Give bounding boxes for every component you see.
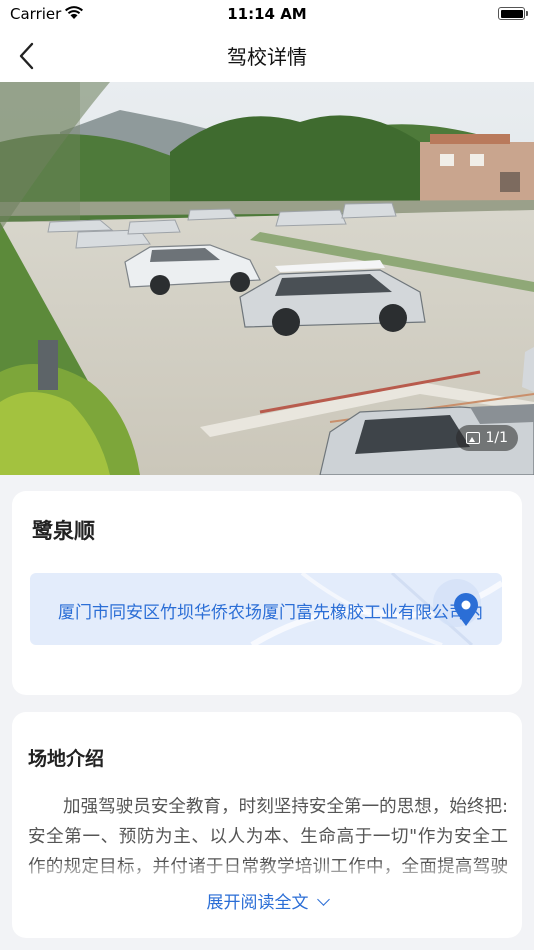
battery-icon	[498, 7, 528, 20]
address-text: 厦门市同安区竹坝华侨农场厦门富先橡胶工业有限公司内	[58, 603, 483, 623]
navigation-bar: 驾校详情	[0, 28, 534, 82]
image-icon	[466, 432, 481, 444]
school-name: 鹭泉顺	[32, 519, 95, 543]
location-pin-icon[interactable]	[452, 593, 480, 627]
expand-label: 展开阅读全文	[206, 893, 309, 913]
page-title: 驾校详情	[227, 45, 307, 69]
clock-time: 11:14 AM	[227, 5, 307, 23]
site-intro-card: 场地介绍 加强驾驶员安全教育，时刻坚持安全第一的思想，始终把:安全第一、预防为主…	[12, 712, 522, 938]
driving-lot-photo	[0, 82, 534, 475]
photo-counter-text: 1/1	[485, 430, 508, 446]
school-info-card: 鹭泉顺 厦门市同安区竹坝华侨农场厦门富先橡胶工业有限公司内	[12, 491, 522, 695]
expand-full-text-button[interactable]: 展开阅读全文	[12, 888, 522, 913]
address-box[interactable]: 厦门市同安区竹坝华侨农场厦门富先橡胶工业有限公司内	[30, 573, 502, 645]
school-photo[interactable]: 1/1	[0, 82, 534, 475]
status-bar: Carrier 11:14 AM	[0, 0, 534, 28]
section-title: 场地介绍	[28, 748, 105, 770]
photo-counter-badge: 1/1	[456, 425, 518, 451]
chevron-down-icon	[316, 893, 330, 906]
